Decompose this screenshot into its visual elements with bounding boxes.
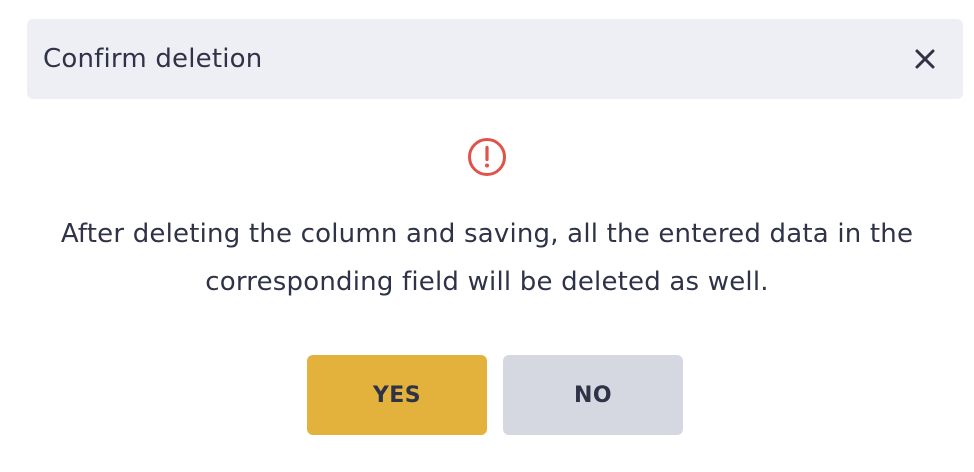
no-button[interactable]: NO xyxy=(503,355,683,435)
close-icon xyxy=(915,49,935,69)
dialog-header: Confirm deletion xyxy=(27,19,963,99)
dialog-title: Confirm deletion xyxy=(43,44,263,74)
yes-button[interactable]: YES xyxy=(307,355,487,435)
close-button[interactable] xyxy=(911,45,939,73)
dialog-message-line-2: corresponding field will be deleted as w… xyxy=(205,267,769,297)
dialog-message-line-1: After deleting the column and saving, al… xyxy=(60,219,914,249)
confirm-deletion-dialog: Confirm deletion After deleting the colu… xyxy=(0,0,974,472)
exclamation-circle-icon xyxy=(468,138,506,176)
dialog-message: After deleting the column and saving, al… xyxy=(0,210,974,306)
